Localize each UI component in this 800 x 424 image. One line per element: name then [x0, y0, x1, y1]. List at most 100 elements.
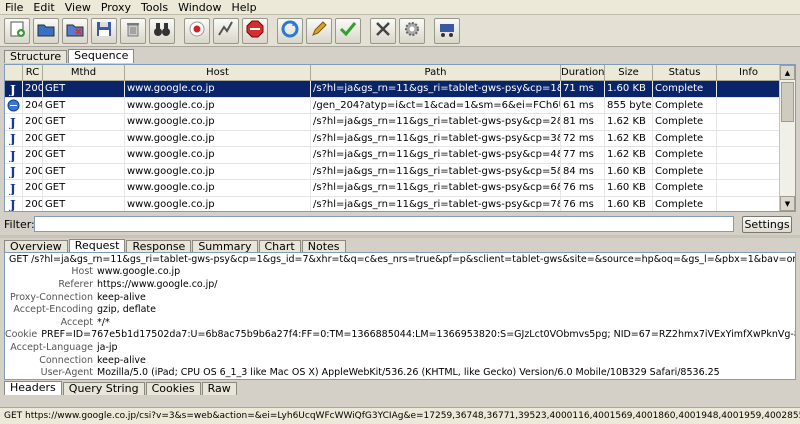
header-key: Referer	[58, 278, 93, 290]
menu-file[interactable]: File	[0, 0, 28, 15]
column-header[interactable]: Size	[605, 65, 653, 81]
cell-info	[717, 81, 781, 97]
scroll-up-icon[interactable]: ▲	[780, 65, 795, 80]
cell-path: /s?hl=ja&gs_rn=11&gs_ri=tablet-gws-psy&c…	[311, 147, 561, 163]
table-row[interactable]: J 200 GET www.google.co.jp/s?hl=ja&gs_rn=11…	[5, 180, 781, 197]
menu-view[interactable]: View	[60, 0, 96, 15]
header-row: Accept */*	[5, 316, 795, 329]
menu-tools[interactable]: Tools	[136, 0, 173, 15]
column-header[interactable]	[5, 65, 23, 81]
column-header[interactable]: RC	[23, 65, 43, 81]
detail-tabs: Overview Request Response Summary Chart Notes	[4, 239, 347, 253]
row-icon-cell: J	[5, 114, 23, 130]
cell-size: 1.62 KB	[605, 114, 653, 130]
check-button[interactable]	[335, 17, 361, 44]
cell-path: /s?hl=ja&gs_rn=11&gs_ri=tablet-gws-psy&c…	[311, 196, 561, 211]
header-value: gzip, deflate	[97, 304, 156, 316]
row-icon-cell: J	[5, 180, 23, 196]
header-value: GET /s?hl=ja&gs_rn=11&gs_ri=tablet-gws-p…	[9, 253, 795, 265]
header-row: Accept-Language ja-jp	[5, 341, 795, 354]
settings-button[interactable]: Settings	[742, 215, 792, 233]
header-key: Host	[71, 266, 93, 278]
subtab-headers[interactable]: Headers	[4, 381, 62, 395]
scroll-thumb[interactable]	[781, 82, 794, 122]
open-folder-button[interactable]	[33, 17, 59, 44]
header-row: Connection keep-alive	[5, 354, 795, 367]
cell-method: GET	[43, 97, 125, 114]
settings-gear-button[interactable]	[399, 17, 425, 44]
menu-proxy[interactable]: Proxy	[96, 0, 136, 15]
cell-status: Complete	[653, 196, 717, 211]
shopping-cart-icon	[437, 19, 457, 42]
cell-path: /s?hl=ja&gs_rn=11&gs_ri=tablet-gws-psy&c…	[311, 130, 561, 147]
header-value: https://www.google.co.jp/	[97, 278, 218, 290]
subtab-query-string[interactable]: Query String	[62, 382, 145, 395]
cell-info	[717, 147, 781, 163]
cell-info	[717, 180, 781, 196]
column-header[interactable]: Mthd	[43, 65, 125, 81]
globe-icon	[7, 99, 20, 112]
request-subtabs: Headers Query String Cookies Raw	[4, 381, 238, 395]
splitter[interactable]	[0, 235, 800, 238]
header-key: Connection	[39, 354, 93, 366]
json-file-icon: J	[7, 149, 20, 163]
column-header[interactable]: Info	[717, 65, 781, 81]
menu-window[interactable]: Window	[173, 0, 226, 15]
column-header[interactable]: Host	[125, 65, 311, 81]
menu-edit[interactable]: Edit	[28, 0, 59, 15]
column-header[interactable]: Path	[311, 65, 561, 81]
edit-pencil-button[interactable]	[306, 17, 332, 44]
cell-host: www.google.co.jp	[125, 147, 311, 163]
table-row[interactable]: J 200 GET www.google.co.jp/s?hl=ja&gs_rn=11…	[5, 114, 781, 131]
binoculars-button[interactable]	[149, 17, 175, 44]
cell-duration: 84 ms	[561, 163, 605, 180]
table-row[interactable]: J 200 GET www.google.co.jp/s?hl=ja&gs_rn=11…	[5, 130, 781, 147]
cell-host: www.google.co.jp	[125, 180, 311, 196]
cell-size: 855 bytes	[605, 97, 653, 114]
tab-sequence[interactable]: Sequence	[68, 49, 135, 63]
table-scrollbar[interactable]: ▲ ▼	[779, 65, 795, 211]
json-file-icon: J	[7, 83, 20, 97]
json-file-icon: J	[7, 165, 20, 179]
header-row: Host www.google.co.jp	[5, 266, 795, 279]
stop-button[interactable]	[242, 17, 268, 44]
save-button[interactable]	[91, 17, 117, 44]
filter-input[interactable]	[34, 216, 734, 232]
sequence-table: RC Mthd Host Path Duration Size Status Info J 20…	[4, 64, 796, 212]
trash-button[interactable]	[120, 17, 146, 44]
subtab-raw[interactable]: Raw	[201, 382, 237, 395]
cell-method: GET	[43, 196, 125, 211]
subtab-cookies[interactable]: Cookies	[145, 382, 201, 395]
tab-structure[interactable]: Structure	[4, 50, 68, 63]
table-row[interactable]: J 200 GET www.google.co.jp/s?hl=ja&gs_rn=11…	[5, 196, 781, 211]
column-header[interactable]: Duration	[561, 65, 605, 81]
refresh-button[interactable]	[277, 17, 303, 44]
scroll-down-icon[interactable]: ▼	[780, 196, 795, 211]
table-row[interactable]: 204 GET www.google.co.jp/gen_204?atyp=i&ct…	[5, 97, 781, 114]
column-header[interactable]: Status	[653, 65, 717, 81]
record-button[interactable]	[184, 17, 210, 44]
cell-info	[717, 130, 781, 147]
shopping-cart-button[interactable]	[434, 17, 460, 44]
tab-request[interactable]: Request	[68, 239, 126, 253]
status-bar: GET https://www.google.co.jp/csi?v=3&s=w…	[0, 407, 800, 424]
cell-size: 1.62 KB	[605, 130, 653, 147]
close-folder-button[interactable]	[62, 17, 88, 44]
cell-duration: 72 ms	[561, 130, 605, 147]
cell-host: www.google.co.jp	[125, 81, 311, 97]
row-icon-cell: J	[5, 196, 23, 211]
view-tabs: Structure Sequence	[4, 49, 135, 63]
menu-help[interactable]: Help	[226, 0, 261, 15]
throttle-button[interactable]	[213, 17, 239, 44]
header-key: Accept-Encoding	[13, 304, 93, 316]
table-row[interactable]: J 200 GET www.google.co.jp/s?hl=ja&gs_rn=11…	[5, 147, 781, 164]
header-key: Proxy-Connection	[9, 291, 93, 303]
cell-path: /s?hl=ja&gs_rn=11&gs_ri=tablet-gws-psy&c…	[311, 114, 561, 130]
new-session-button[interactable]	[4, 17, 30, 44]
tools-button[interactable]	[370, 17, 396, 44]
table-row[interactable]: J 200 GET www.google.co.jp/s?hl=ja&gs_rn=11…	[5, 163, 781, 180]
row-icon-cell: J	[5, 130, 23, 147]
header-value: */*	[97, 316, 110, 328]
table-row[interactable]: J 200 GET www.google.co.jp/s?hl=ja&gs_rn=11…	[5, 81, 781, 98]
header-key: User-Agent	[40, 367, 93, 379]
